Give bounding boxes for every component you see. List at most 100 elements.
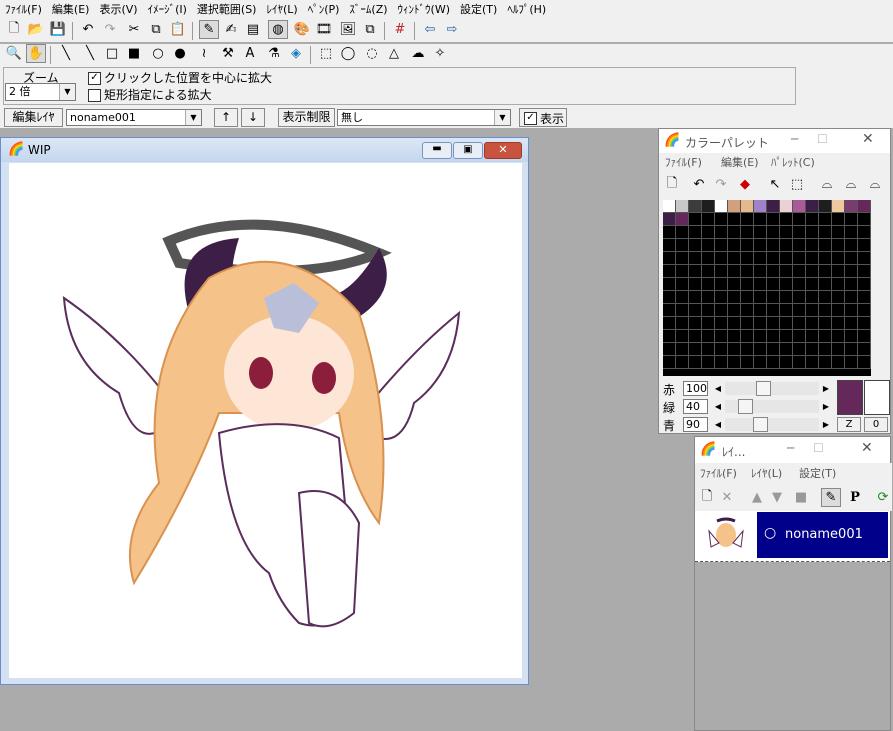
palette-swatch[interactable]	[741, 356, 754, 369]
palette-swatches[interactable]	[663, 200, 871, 369]
palette-swatch[interactable]	[780, 278, 793, 291]
palette-swatch[interactable]	[832, 343, 845, 356]
palette-swatch[interactable]	[754, 317, 767, 330]
palette-swatch[interactable]	[676, 291, 689, 304]
palette-swatch[interactable]	[689, 252, 702, 265]
palette-swatch[interactable]	[728, 200, 741, 213]
palette-swatch[interactable]	[858, 226, 871, 239]
palette-swatch[interactable]	[780, 304, 793, 317]
palette-swatch[interactable]	[676, 304, 689, 317]
maximize-button[interactable]: ☐	[813, 441, 824, 455]
palette-swatch[interactable]	[702, 304, 715, 317]
undo-icon[interactable]: ↶	[689, 175, 709, 194]
green-dec-arrow[interactable]: ◀	[711, 400, 725, 413]
palette-swatch[interactable]	[858, 291, 871, 304]
palette-swatch[interactable]	[676, 200, 689, 213]
palette-swatch[interactable]	[845, 278, 858, 291]
palette-swatch[interactable]	[845, 252, 858, 265]
canvas-titlebar[interactable]: 🌈 WIP ▬ ▣ ✕	[1, 138, 528, 162]
swap-color-icon[interactable]: ◆	[735, 175, 755, 194]
color-palette-window[interactable]: 🌈 カラーパレット ─ ☐ ✕ ﾌｧｲﾙ(F) 編集(E) ﾊﾟﾚｯﾄ(C) 🗋…	[658, 128, 891, 434]
palette-swatch[interactable]	[845, 356, 858, 369]
layer-icon[interactable]: ◍	[268, 20, 288, 39]
ellipse-tool-icon[interactable]: ○	[148, 44, 168, 63]
palette-swatch[interactable]	[819, 356, 832, 369]
green-value[interactable]: 40	[683, 399, 708, 414]
palette-swatch[interactable]	[780, 239, 793, 252]
palette-swatch[interactable]	[806, 239, 819, 252]
new-palette-icon[interactable]: 🗋	[662, 175, 682, 194]
dropper-tool-icon[interactable]: ⚗	[264, 44, 284, 63]
palette-swatch[interactable]	[663, 265, 676, 278]
palette-swatch[interactable]	[728, 317, 741, 330]
palette-swatch[interactable]	[806, 200, 819, 213]
palette-swatch[interactable]	[663, 226, 676, 239]
palette-swatch[interactable]	[819, 213, 832, 226]
pen-shape-icon[interactable]: ✍	[221, 20, 241, 39]
palette-swatch[interactable]	[689, 317, 702, 330]
palette-swatch[interactable]	[780, 330, 793, 343]
palette-swatch[interactable]	[676, 317, 689, 330]
palette-swatch[interactable]	[780, 200, 793, 213]
palette-swatch[interactable]	[663, 343, 676, 356]
minimize-button[interactable]: ─	[787, 441, 794, 455]
palette-swatch[interactable]	[663, 317, 676, 330]
palette-swatch[interactable]	[728, 356, 741, 369]
palette-swatch[interactable]	[806, 291, 819, 304]
palette-swatch[interactable]	[728, 278, 741, 291]
palette-swatch[interactable]	[858, 278, 871, 291]
menu-pen[interactable]: ﾍﾟﾝ(P)	[303, 0, 345, 20]
palette-swatch[interactable]	[702, 278, 715, 291]
lasso-select-icon[interactable]: ◌	[362, 44, 382, 63]
palette-swatch[interactable]	[780, 343, 793, 356]
palette-swatch[interactable]	[689, 291, 702, 304]
menu-selection[interactable]: 選択範囲(S)	[192, 0, 262, 20]
palette-swatch[interactable]	[754, 356, 767, 369]
pen-option-icon[interactable]: ✎	[199, 20, 219, 39]
palette-swatch[interactable]	[689, 330, 702, 343]
palette-swatch[interactable]	[845, 343, 858, 356]
zoom-center-checkbox[interactable]: ✓	[88, 72, 101, 85]
palette-swatch[interactable]	[780, 291, 793, 304]
show-checkbox[interactable]: ✓	[524, 112, 537, 125]
menu-view[interactable]: 表示(V)	[94, 0, 142, 20]
maximize-button[interactable]: ☐	[817, 132, 828, 146]
palette-swatch[interactable]	[832, 239, 845, 252]
gradient-icon[interactable]: ⌓	[817, 175, 837, 194]
palette-swatch[interactable]	[663, 278, 676, 291]
palette-swatch[interactable]	[832, 304, 845, 317]
palette-swatch[interactable]	[767, 317, 780, 330]
current-color-swatch[interactable]	[837, 380, 863, 415]
palette-swatch[interactable]	[806, 226, 819, 239]
palette-swatch[interactable]	[845, 304, 858, 317]
palette-swatch[interactable]	[832, 291, 845, 304]
palette-swatch[interactable]	[728, 291, 741, 304]
blue-slider-track[interactable]	[725, 418, 819, 431]
palette-swatch[interactable]	[715, 265, 728, 278]
palette-swatch[interactable]	[793, 252, 806, 265]
layer-up-button[interactable]: ↑	[214, 108, 238, 127]
palette-swatch[interactable]	[806, 343, 819, 356]
red-value[interactable]: 100	[683, 381, 708, 396]
zero-button[interactable]: 0	[864, 417, 888, 432]
palette-swatch[interactable]	[689, 239, 702, 252]
p-button[interactable]: P	[845, 488, 865, 507]
palette-swatch[interactable]	[702, 330, 715, 343]
cloud-select-icon[interactable]: ☁	[408, 44, 428, 63]
palette-swatch[interactable]	[793, 343, 806, 356]
palette-swatch[interactable]	[676, 265, 689, 278]
tone-icon[interactable]: ▤	[243, 20, 263, 39]
palette-swatch[interactable]	[741, 252, 754, 265]
blue-slider-thumb[interactable]	[752, 417, 768, 432]
palette-swatch[interactable]	[754, 213, 767, 226]
refresh-icon[interactable]: ⟳	[873, 488, 893, 507]
palette-swatch[interactable]	[676, 226, 689, 239]
palette-swatch[interactable]	[832, 265, 845, 278]
palette-swatch[interactable]	[702, 356, 715, 369]
close-button[interactable]: ✕	[861, 440, 873, 456]
palette-swatch[interactable]	[715, 304, 728, 317]
palette-swatch[interactable]	[819, 278, 832, 291]
palette-swatch[interactable]	[832, 200, 845, 213]
green-inc-arrow[interactable]: ▶	[819, 400, 833, 413]
palette-swatch[interactable]	[715, 330, 728, 343]
